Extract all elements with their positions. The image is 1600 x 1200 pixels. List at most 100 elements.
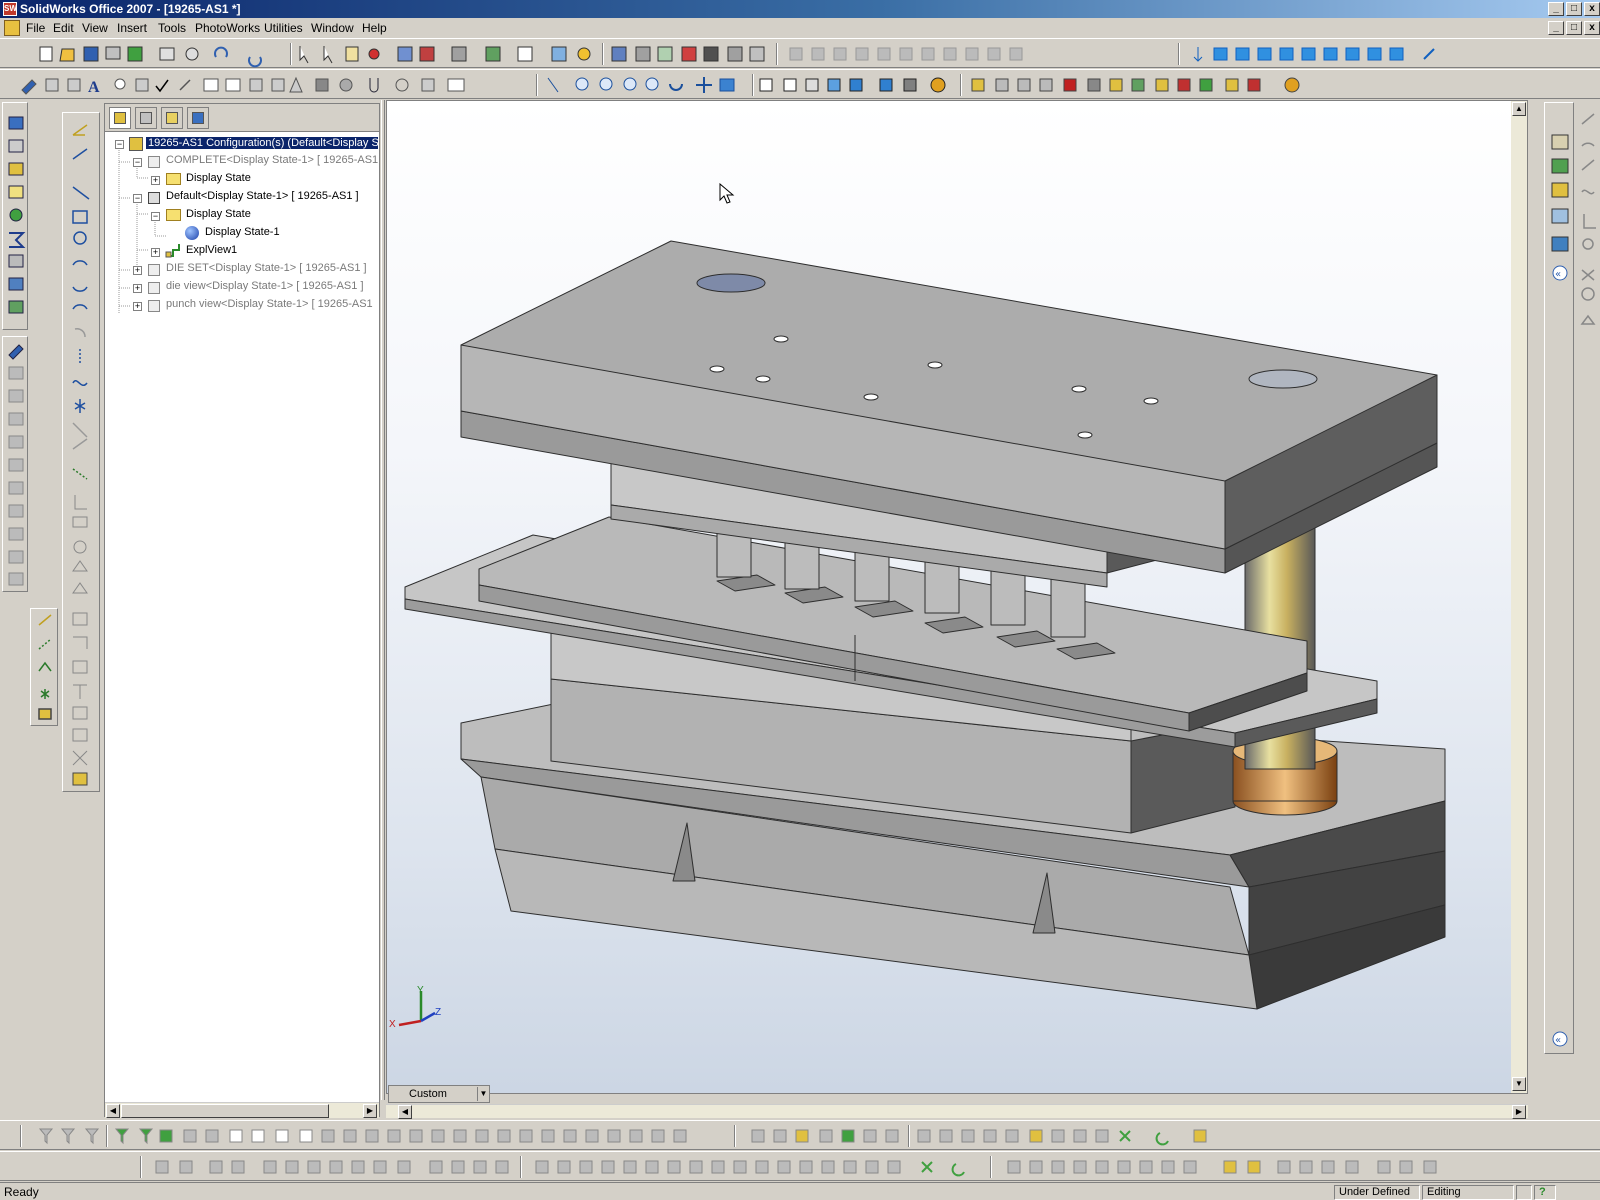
status-text: Ready (4, 1185, 39, 1199)
scroll-down-button[interactable]: ▼ (1512, 1077, 1526, 1091)
left-toolbar-2-icons[interactable] (3, 337, 29, 593)
expander-complete[interactable]: − (133, 158, 142, 167)
view-orientation-combo[interactable]: Custom ▼ (388, 1085, 490, 1103)
menu-edit[interactable]: Edit (53, 21, 74, 35)
expander-die-view[interactable]: + (133, 284, 142, 293)
svg-text:«: « (1555, 269, 1561, 280)
bottom-toolbar-2-icons[interactable] (0, 1152, 1600, 1182)
standard-toolbar (0, 38, 1600, 68)
task-pane-tabs: « « (1544, 102, 1574, 1054)
folder-icon (166, 209, 181, 221)
sketch-toolbar (62, 112, 100, 792)
sketch-toolbar-icons[interactable] (63, 113, 101, 793)
expander-display-state-2[interactable]: − (151, 212, 160, 221)
view-toolbar-icons[interactable]: A (0, 70, 1600, 100)
scroll-right-button[interactable]: ▶ (363, 1104, 377, 1118)
view-orientation-value: Custom (409, 1088, 447, 1100)
triad-z-label: Z (435, 1007, 442, 1018)
left-toolbar-3-icons[interactable] (31, 609, 59, 727)
expander-default[interactable]: − (133, 194, 142, 203)
menu-utilities[interactable]: Utilities (264, 21, 303, 35)
display-state-icon (185, 226, 199, 240)
bottom-toolbar-2 (0, 1151, 1600, 1181)
status-definition: Under Defined (1334, 1185, 1420, 1200)
tab-display-manager[interactable] (187, 107, 209, 129)
exploded-view-icon (165, 244, 180, 258)
configuration-icon (148, 156, 160, 168)
assembly-icon (129, 137, 143, 151)
maximize-button[interactable]: □ (1566, 2, 1582, 16)
expander-root[interactable]: − (115, 140, 124, 149)
tab-configuration-manager[interactable] (161, 107, 183, 129)
right-toolbar-icons[interactable] (1576, 102, 1600, 342)
doc-minimize-button[interactable]: _ (1548, 21, 1564, 35)
menu-photoworks[interactable]: PhotoWorks (195, 21, 260, 35)
expander-die-set[interactable]: + (133, 266, 142, 275)
left-toolbar-3 (30, 608, 58, 726)
window-title: SolidWorks Office 2007 - [19265-AS1 *] (20, 2, 241, 16)
doc-restore-button[interactable]: □ (1566, 21, 1582, 35)
menu-tools[interactable]: Tools (158, 21, 186, 35)
task-pane-tab-icons[interactable]: « « (1545, 103, 1575, 1055)
tree-item-default[interactable]: Default<Display State-1> [ 19265-AS1 ] (166, 190, 359, 202)
status-mode: Editing Assembly (1422, 1185, 1514, 1200)
triad-y-label: Y (417, 985, 424, 996)
scroll-right-button[interactable]: ▶ (1512, 1105, 1526, 1119)
bottom-toolbar-1-icons[interactable] (0, 1121, 1600, 1151)
status-bar: Ready Under Defined Editing Assembly ? (0, 1182, 1600, 1200)
svg-text:«: « (1555, 1035, 1561, 1046)
tree-item-display-state-folder[interactable]: Display State (186, 172, 251, 184)
doc-close-button[interactable]: x (1584, 21, 1600, 35)
menu-bar: File Edit View Insert Tools PhotoWorks U… (0, 18, 1600, 38)
tree-item-display-state-1[interactable]: Display State-1 (205, 226, 280, 238)
menu-window[interactable]: Window (311, 21, 354, 35)
expander-explview[interactable]: + (151, 248, 160, 257)
feature-manager-panel: − 19265-AS1 Configuration(s) (Default<Di… (104, 103, 384, 1118)
menu-insert[interactable]: Insert (117, 21, 147, 35)
property-manager-icon (140, 112, 152, 124)
title-bar: SW SolidWorks Office 2007 - [19265-AS1 *… (0, 0, 1600, 18)
scroll-left-button[interactable]: ◀ (398, 1105, 412, 1119)
menu-help[interactable]: Help (362, 21, 387, 35)
tree-item-display-state-folder-2[interactable]: Display State (186, 208, 251, 220)
graphics-area[interactable]: Y X Z ▲ ▼ (386, 100, 1528, 1094)
document-icon[interactable] (4, 20, 20, 36)
help-icon[interactable]: ? (1534, 1185, 1556, 1200)
minimize-button[interactable]: _ (1548, 2, 1564, 16)
menu-view[interactable]: View (82, 21, 108, 35)
solidworks-app-icon[interactable]: SW (3, 2, 17, 16)
close-button[interactable]: x (1584, 2, 1600, 16)
tree-root-configurations[interactable]: 19265-AS1 Configuration(s) (Default<Disp… (146, 137, 378, 149)
tree-item-punch-view[interactable]: punch view<Display State-1> [ 19265-AS1 (166, 298, 373, 310)
chevron-down-icon[interactable]: ▼ (477, 1087, 489, 1101)
display-manager-icon (192, 112, 204, 124)
expander-punch-view[interactable]: + (133, 302, 142, 311)
tree-item-die-set[interactable]: DIE SET<Display State-1> [ 19265-AS1 ] (166, 262, 367, 274)
tree-item-explview1[interactable]: ExplView1 (186, 244, 237, 256)
left-toolbar-1 (2, 102, 28, 330)
panel-splitter[interactable] (381, 100, 385, 1100)
mouse-cursor-icon (719, 183, 735, 204)
scroll-thumb[interactable] (121, 1104, 329, 1118)
configuration-icon (148, 300, 160, 312)
tree-item-die-view[interactable]: die view<Display State-1> [ 19265-AS1 ] (166, 280, 364, 292)
tab-feature-tree[interactable] (109, 107, 131, 129)
assembly-model (404, 240, 1446, 1010)
viewport-horizontal-scrollbar[interactable]: ◀ ▶ (386, 1104, 1528, 1119)
standard-toolbar-icons[interactable] (0, 39, 1600, 69)
tree-item-complete[interactable]: COMPLETE<Display State-1> [ 19265-AS1 ] (166, 154, 384, 166)
scroll-left-button[interactable]: ◀ (106, 1104, 120, 1118)
feature-manager-tabs (105, 104, 379, 132)
viewport-vertical-scrollbar[interactable]: ▲ ▼ (1511, 101, 1527, 1093)
scroll-up-button[interactable]: ▲ (1512, 102, 1526, 116)
left-toolbar-2 (2, 336, 28, 592)
status-empty-box (1516, 1185, 1532, 1200)
tab-property-manager[interactable] (135, 107, 157, 129)
menu-file[interactable]: File (26, 21, 45, 35)
right-toolbar (1576, 102, 1600, 342)
left-toolbar-1-icons[interactable] (3, 103, 29, 331)
view-toolbar: A (0, 69, 1600, 99)
expander-display-state-1[interactable]: + (151, 176, 160, 185)
folder-icon (166, 173, 181, 185)
tree-horizontal-scrollbar[interactable]: ◀ ▶ (105, 1102, 379, 1118)
